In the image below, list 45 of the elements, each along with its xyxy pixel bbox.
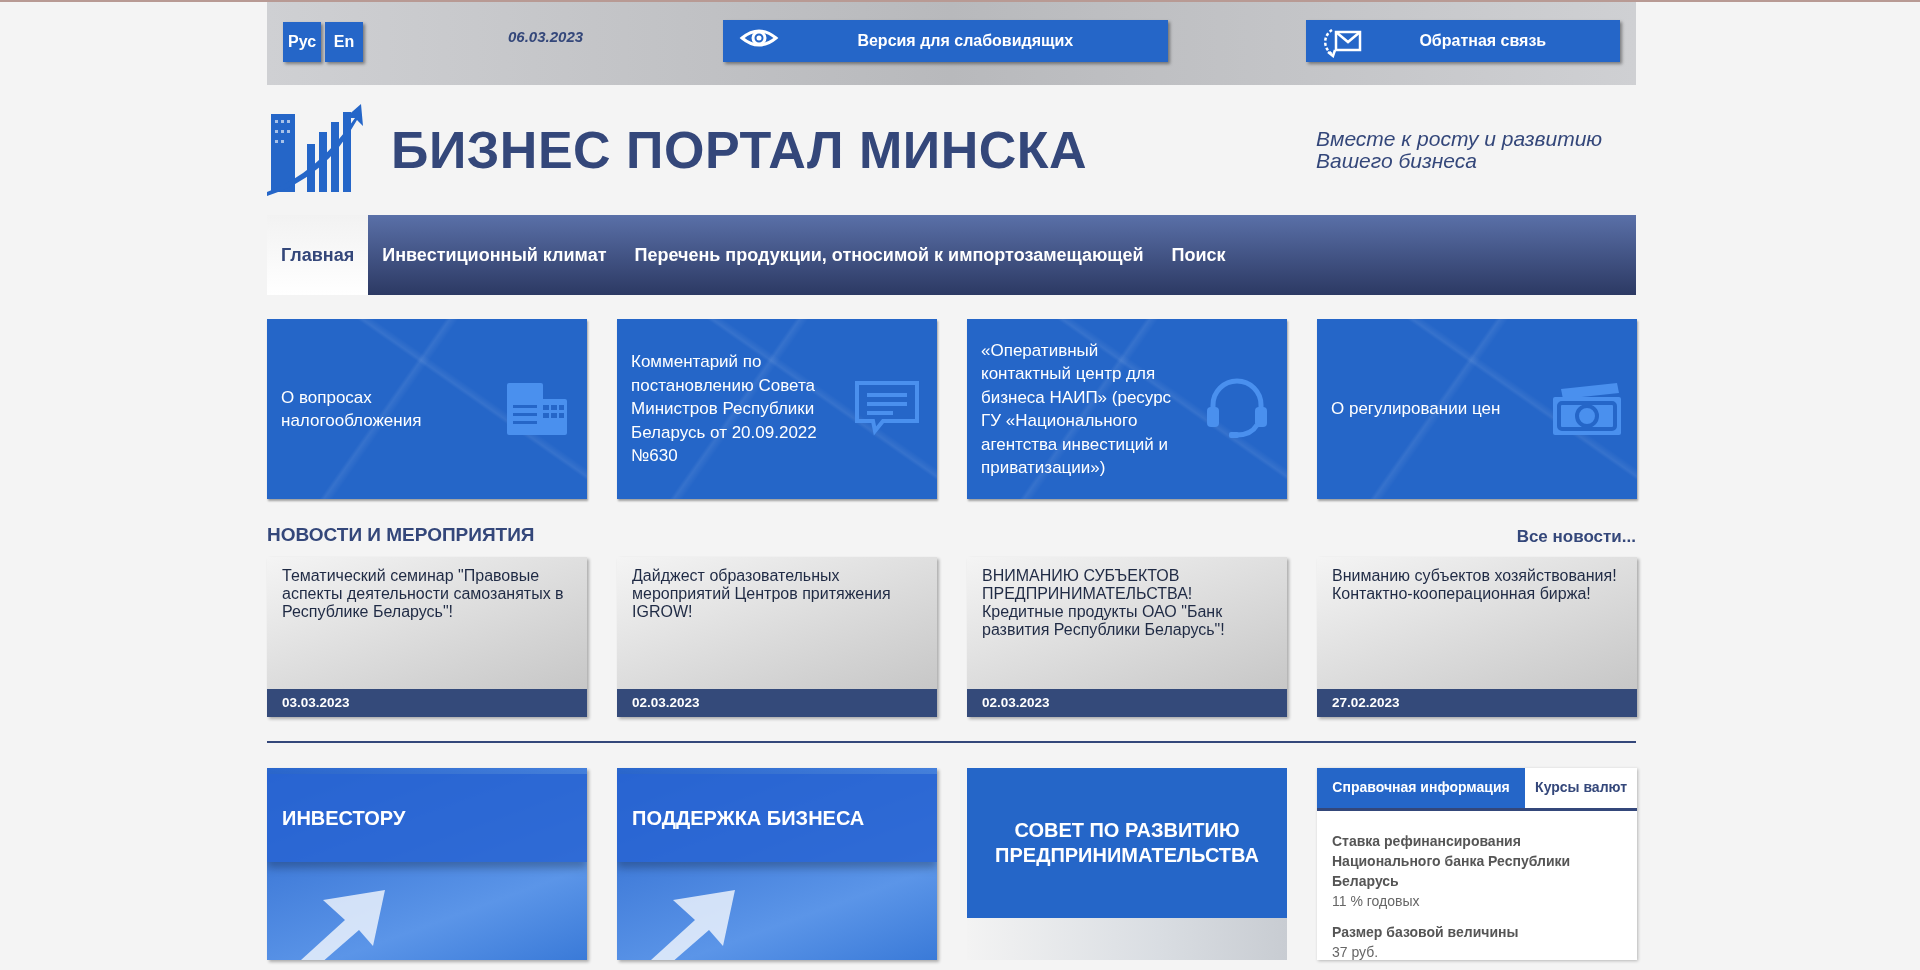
news-card[interactable]: Вниманию субъектов хозяйствования! Контактно-кооперационная биржа! 27.02.2023	[1317, 556, 1637, 717]
section-title: ИНВЕСТОРУ	[267, 773, 587, 862]
logo-icon	[267, 104, 363, 196]
news-title: Дайджест образовательных мероприятий Центров притяжения IGROW!	[631, 565, 892, 622]
news-date: 27.02.2023	[1317, 688, 1637, 717]
nav-link[interactable]: Перечень продукции, относимой к импортозамещающей	[620, 215, 1158, 295]
language-button[interactable]: En	[325, 21, 363, 62]
news-card[interactable]: Дайджест образовательных мероприятий Центров притяжения IGROW! 02.03.2023	[617, 556, 937, 717]
tile-text: О вопросах налогообложения	[281, 386, 423, 432]
feedback-button[interactable]: Обратная связь	[1305, 19, 1620, 62]
tile-text: Комментарий по постановлению Совета Министров Республики Беларусь от 20.09.2022 №630	[631, 351, 818, 468]
site-title: БИЗНЕС ПОРТАЛ МИНСКА	[391, 119, 1088, 181]
nav-link[interactable]: Инвестиционный климат	[368, 215, 621, 295]
info-label: Размер базовой величины	[1332, 922, 1520, 942]
section-heading: НОВОСТИ И МЕРОПРИЯТИЯ	[267, 523, 535, 547]
tile-card[interactable]: О регулировании цен	[1317, 319, 1637, 499]
panel-tab[interactable]: Справочная информация	[1317, 767, 1526, 808]
tile-card[interactable]: Комментарий по постановлению Совета Министров Республики Беларусь от 20.09.2022 №630	[617, 319, 937, 499]
news-card[interactable]: Тематический семинар "Правовые аспекты деятельности самозанятых в Республике Беларусь"! 03.03.2023	[267, 556, 587, 717]
tile-card[interactable]: «Оперативный контактный центр для бизнеса НАИП» (ресурс ГУ «Национального агентства инвестиций и приватизации»)	[967, 319, 1287, 499]
language-button[interactable]: Рус	[283, 21, 321, 62]
news-date: 03.03.2023	[267, 688, 587, 717]
section-title: ПОДДЕРЖКА БИЗНЕСА	[617, 773, 937, 862]
section-card[interactable]: ПОДДЕРЖКА БИЗНЕСА	[617, 767, 937, 960]
news-title: Вниманию субъектов хозяйствования! Контактно-кооперационная биржа!	[1331, 565, 1618, 604]
nav-link[interactable]: Поиск	[1157, 215, 1240, 295]
panel-tab[interactable]: Курсы валют	[1525, 767, 1637, 808]
section-card[interactable]: ИНВЕСТОРУ	[267, 767, 587, 960]
news-title: ВНИМАНИЮ СУБЪЕКТОВ ПРЕДПРИНИМАТЕЛЬСТВА! Кредитные продукты ОАО "Банк развития Республики Беларусь"!	[981, 565, 1226, 640]
tile-text: «Оперативный контактный центр для бизнеса НАИП» (ресурс ГУ «Национального агентства инвестиций и приватизации»)	[981, 339, 1173, 479]
news-card[interactable]: ВНИМАНИЮ СУБЪЕКТОВ ПРЕДПРИНИМАТЕЛЬСТВА! Кредитные продукты ОАО "Банк развития Республики Беларусь"! 02.03.2023	[967, 556, 1287, 717]
tile-card[interactable]: О вопросах налогообложения	[267, 319, 587, 499]
tile-text: О регулировании цен	[1331, 398, 1502, 421]
nav-link[interactable]: Главная	[267, 215, 369, 295]
info-label: Ставка рефинансирования Национального банка Республики Беларусь	[1332, 831, 1572, 891]
low-vision-button[interactable]: Версия для слабовидящих	[723, 19, 1168, 62]
date-text: 06.03.2023	[508, 27, 584, 48]
all-news-link[interactable]: Все новости...	[1516, 524, 1636, 550]
news-date: 02.03.2023	[967, 688, 1287, 717]
news-date: 02.03.2023	[617, 688, 937, 717]
info-value: 11 % годовых	[1332, 891, 1421, 911]
info-value: 37 руб.	[1332, 942, 1380, 962]
council-banner[interactable]: СОВЕТ ПО РАЗВИТИЮ ПРЕДПРИНИМАТЕЛЬСТВА	[967, 767, 1287, 918]
slogan-text: Вместе к росту и развитию Вашего бизнеса	[1316, 128, 1604, 172]
news-title: Тематический семинар "Правовые аспекты деятельности самозанятых в Республике Беларусь"!	[281, 565, 565, 622]
